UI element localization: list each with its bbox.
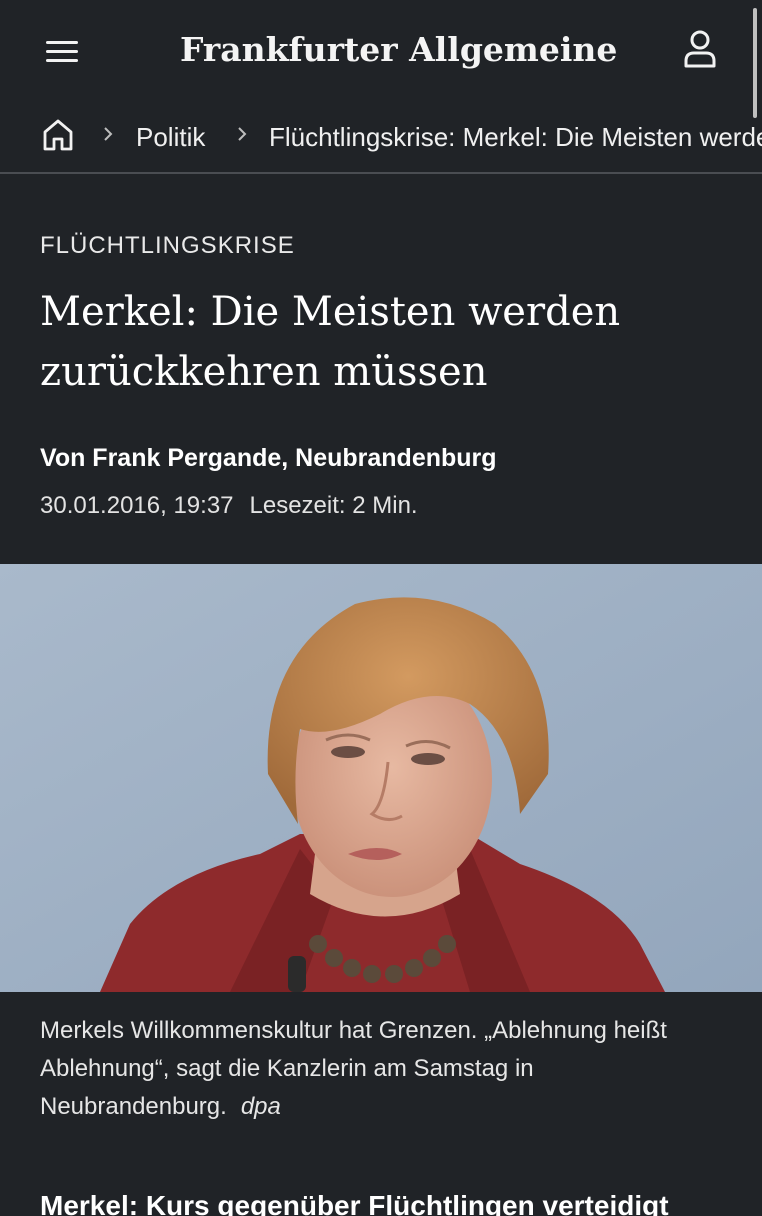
- reading-time: Lesezeit: 2 Min.: [249, 492, 418, 519]
- breadcrumb-item-politik[interactable]: Politik: [136, 120, 205, 154]
- top-bar: Frankfurter Allgemeine: [0, 0, 762, 100]
- caption-text: Merkels Willkommenskultur hat Grenzen. „…: [40, 1017, 667, 1120]
- chevron-right-icon: [104, 127, 113, 141]
- breadcrumb-item-article[interactable]: Flüchtlingskrise: Merkel: Die Meisten we…: [269, 120, 762, 154]
- image-caption: Merkels Willkommenskultur hat Grenzen. „…: [40, 1012, 730, 1126]
- breadcrumb-home[interactable]: [40, 116, 76, 152]
- user-account-button[interactable]: [682, 28, 718, 70]
- next-article-teaser[interactable]: Merkel: Kurs gegenüber Flüchtlingen vert…: [40, 1186, 760, 1216]
- portrait-illustration: [0, 564, 762, 992]
- chevron-right-icon: [238, 127, 247, 141]
- article-kicker[interactable]: FLÜCHTLINGSKRISE: [40, 232, 295, 260]
- hamburger-icon: [46, 41, 78, 44]
- menu-button[interactable]: [44, 38, 80, 66]
- home-icon: [43, 119, 73, 151]
- image-credit: dpa: [240, 1093, 281, 1120]
- article-headline: Merkel: Die Meisten werden zurückkehren …: [40, 289, 621, 395]
- article-date: 30.01.2016, 19:37: [40, 492, 234, 519]
- user-icon: [684, 30, 716, 68]
- article-meta: 30.01.2016, 19:37 Lesezeit: 2 Min.: [40, 488, 418, 524]
- article-byline[interactable]: Von Frank Pergande, Neubrandenburg: [40, 440, 497, 476]
- article-photo[interactable]: [0, 564, 762, 992]
- breadcrumb: Politik Flüchtlingskrise: Merkel: Die Me…: [0, 100, 762, 174]
- site-logo[interactable]: Frankfurter Allgemeine: [180, 22, 617, 78]
